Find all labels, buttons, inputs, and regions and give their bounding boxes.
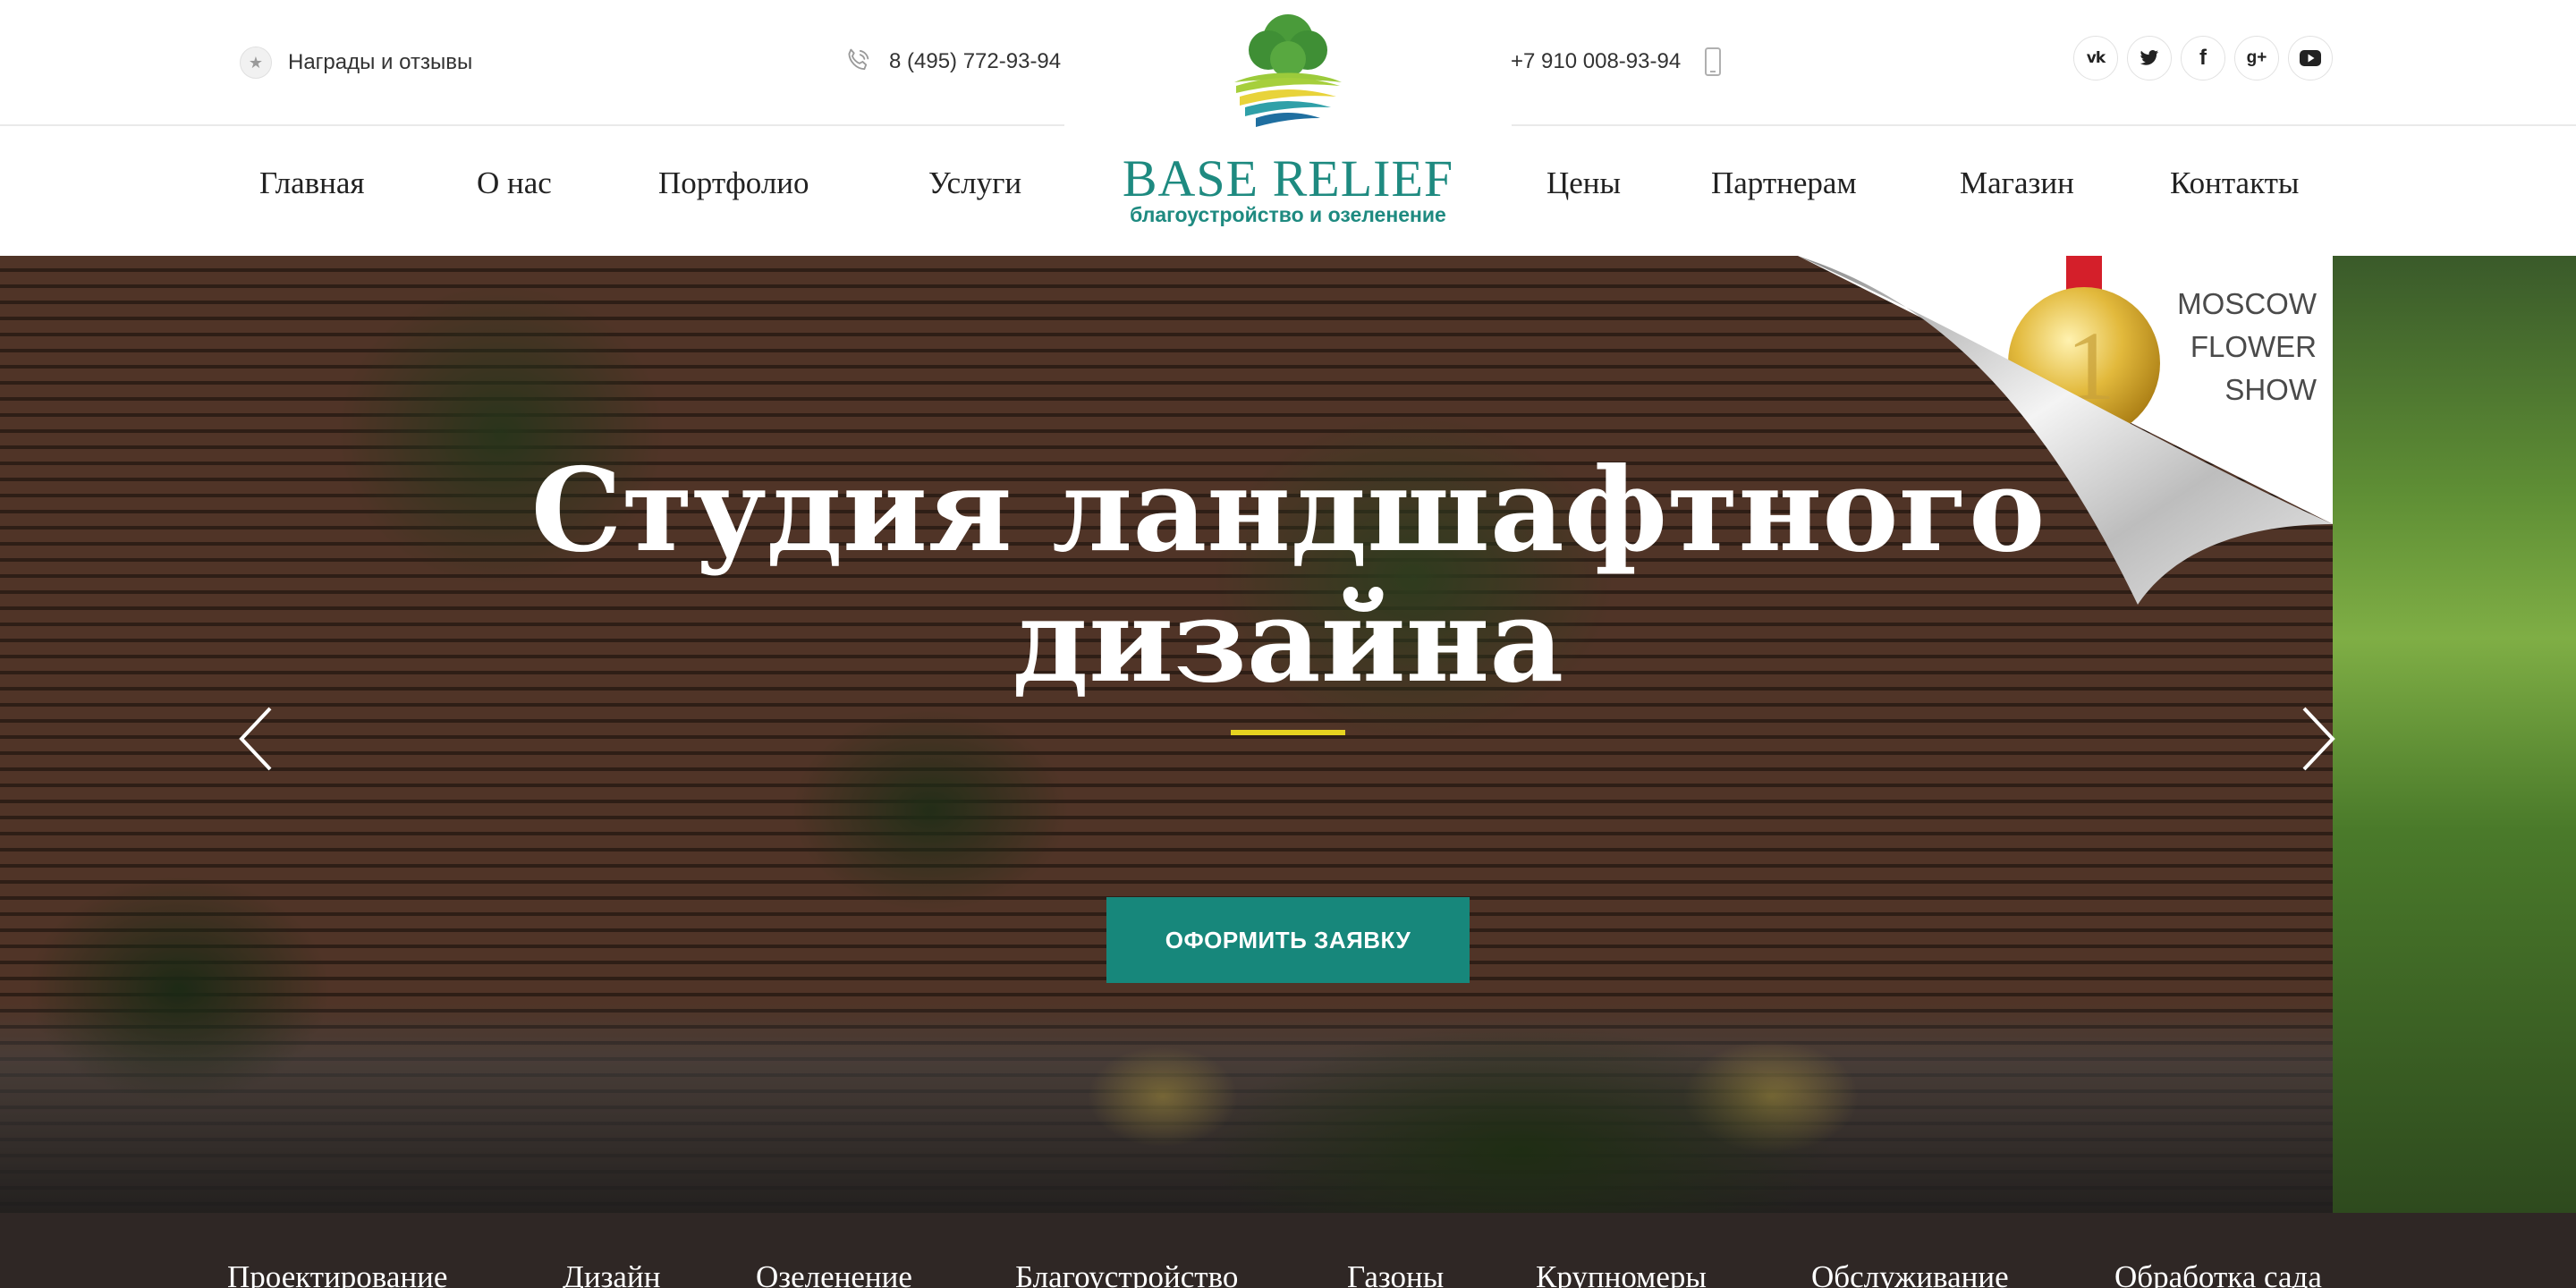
logo-title: BASE RELIEF (1122, 149, 1454, 208)
nav-item-about[interactable]: О нас (477, 165, 552, 201)
service-maintenance[interactable]: Обслуживание (1811, 1259, 2009, 1288)
services-bar: Проектирование Дизайн Озеленение Благоус… (0, 1213, 2576, 1288)
slider-next-arrow-icon[interactable] (2301, 703, 2336, 775)
service-design-planning[interactable]: Проектирование (227, 1259, 447, 1288)
service-landscaping[interactable]: Благоустройство (1015, 1259, 1238, 1288)
mobile-phone-icon (1705, 47, 1722, 76)
twitter-icon[interactable] (2127, 36, 2172, 80)
phone-mobile-number: +7 910 008-93-94 (1511, 49, 1682, 73)
nav-item-contacts[interactable]: Контакты (2170, 165, 2299, 201)
award-badge-text: MOSCOW FLOWER SHOW (2177, 287, 2317, 406)
awards-link[interactable]: ★ Награды и отзывы (240, 47, 472, 79)
submit-request-button[interactable]: ОФОРМИТЬ ЗАЯВКУ (1106, 897, 1470, 983)
hero-slider: 1 MOSCOW FLOWER SHOW Студия ландшафтного… (0, 256, 2576, 1213)
youtube-icon[interactable] (2288, 36, 2333, 80)
google-plus-icon[interactable]: g+ (2234, 36, 2279, 80)
service-large-trees[interactable]: Крупномеры (1536, 1259, 1707, 1288)
service-garden-treatment[interactable]: Обработка сада (2114, 1259, 2322, 1288)
nav-item-partners[interactable]: Партнерам (1711, 165, 1857, 201)
awards-label: Награды и отзывы (288, 50, 473, 74)
slider-prev-arrow-icon[interactable] (238, 703, 274, 775)
nav-item-services[interactable]: Услуги (928, 165, 1021, 201)
phone-main-number: 8 (495) 772-93-94 (889, 49, 1062, 73)
nav-item-home[interactable]: Главная (259, 165, 365, 201)
phone-mobile[interactable]: +7 910 008-93-94 (1511, 47, 1722, 77)
title-underline (1231, 730, 1345, 735)
service-design[interactable]: Дизайн (563, 1259, 660, 1288)
hero-title: Студия ландшафтного дизайна (530, 444, 2046, 708)
logo-subtitle: благоустройство и озеленение (1130, 203, 1446, 226)
nav-item-shop[interactable]: Магазин (1960, 165, 2074, 201)
phone-handset-icon (848, 48, 869, 71)
tree-logo-icon (1234, 14, 1342, 127)
service-greening[interactable]: Озеленение (756, 1259, 912, 1288)
service-lawns[interactable]: Газоны (1347, 1259, 1444, 1288)
facebook-icon[interactable]: f (2181, 36, 2225, 80)
nav-item-prices[interactable]: Цены (1546, 165, 1621, 201)
nav-item-portfolio[interactable]: Портфолио (658, 165, 809, 201)
social-links: vk f g+ (2073, 36, 2333, 80)
next-slide-preview (2333, 256, 2576, 1213)
phone-main[interactable]: 8 (495) 772-93-94 (843, 47, 1061, 77)
vk-icon[interactable]: vk (2073, 36, 2118, 80)
site-logo[interactable]: BASE RELIEF благоустройство и озеленение (1064, 0, 1512, 256)
star-icon: ★ (240, 47, 272, 79)
